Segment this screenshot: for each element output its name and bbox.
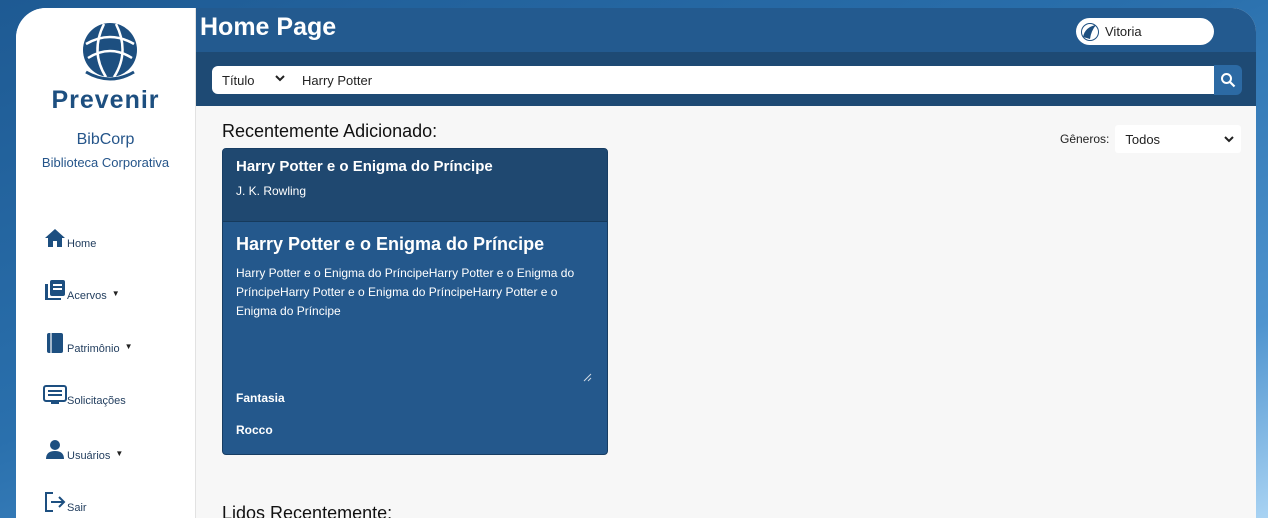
search-button[interactable] xyxy=(1214,65,1242,95)
user-menu[interactable]: Vitoria xyxy=(1076,18,1214,45)
search-input[interactable] xyxy=(292,66,1214,94)
user-icon xyxy=(46,440,64,459)
sidebar-item-solicitacoes[interactable]: Solicitações xyxy=(43,377,126,407)
page-title: Home Page xyxy=(200,13,337,41)
sidebar-item-acervos[interactable]: Acervos ▼ xyxy=(43,272,120,302)
search-field-select[interactable]: Título xyxy=(212,66,292,94)
sidebar: Prevenir BibCorp Biblioteca Corporativa … xyxy=(16,8,196,518)
sidebar-item-label: Home xyxy=(67,238,97,250)
caret-down-icon: ▼ xyxy=(124,342,133,351)
home-icon xyxy=(45,229,65,247)
genres-select-value: Todos xyxy=(1125,131,1161,147)
sidebar-item-label: Sair xyxy=(67,502,87,514)
app-name: BibCorp xyxy=(76,131,135,148)
recent-added-heading: Recentemente Adicionado: xyxy=(222,121,438,141)
sidebar-item-patrimonio[interactable]: Patrimônio ▼ xyxy=(43,325,133,355)
caret-down-icon: ▼ xyxy=(115,449,124,458)
sidebar-item-label: Patrimônio xyxy=(67,343,120,355)
book-genre: Fantasia xyxy=(236,391,285,405)
genres-label: Gêneros: xyxy=(1060,132,1110,146)
book-publisher: Rocco xyxy=(236,423,273,437)
book-card-title: Harry Potter e o Enigma do Príncipe xyxy=(236,158,493,175)
caret-down-icon: ▼ xyxy=(111,289,120,298)
header-bar: Home Page Vitoria xyxy=(196,8,1256,52)
book-card-header: Harry Potter e o Enigma do Príncipe J. K… xyxy=(223,149,607,222)
sidebar-item-usuarios[interactable]: Usuários ▼ xyxy=(43,432,123,462)
book-body-title: Harry Potter e o Enigma do Príncipe xyxy=(236,234,545,254)
search-bar: Título xyxy=(196,52,1256,106)
sidebar-item-sair[interactable]: Sair xyxy=(43,484,87,514)
logo-text: Prevenir xyxy=(51,86,160,114)
monitor-list-icon xyxy=(43,385,67,404)
logout-icon xyxy=(45,492,66,512)
chevron-down-icon xyxy=(1224,136,1235,143)
book-icon xyxy=(47,333,63,353)
prevenir-logo-icon xyxy=(83,23,137,81)
sidebar-item-label: Acervos xyxy=(67,290,107,302)
recent-read-heading: Lidos Recentemente: xyxy=(222,503,393,518)
app-subtitle: Biblioteca Corporativa xyxy=(41,155,170,170)
resize-handle-icon[interactable] xyxy=(583,373,592,382)
book-card-author: J. K. Rowling xyxy=(236,184,307,198)
genres-select[interactable]: Todos xyxy=(1115,125,1242,153)
search-field-value: Título xyxy=(222,72,255,88)
sidebar-item-label: Usuários xyxy=(67,450,111,462)
chevron-down-icon xyxy=(275,75,285,82)
app-window: Prevenir BibCorp Biblioteca Corporativa … xyxy=(16,8,1256,518)
user-name: Vitoria xyxy=(1105,24,1142,39)
books-icon xyxy=(45,280,65,300)
sidebar-item-label: Solicitações xyxy=(67,395,126,407)
book-description[interactable]: Harry Potter e o Enigma do PríncipeHarry… xyxy=(236,264,598,384)
avatar xyxy=(1081,22,1099,41)
sidebar-item-home[interactable]: Home xyxy=(43,220,96,250)
search-icon xyxy=(1221,73,1236,88)
book-card[interactable]: Harry Potter e o Enigma do Príncipe J. K… xyxy=(222,148,608,455)
genres-filter: Gêneros: Todos xyxy=(1060,125,1242,153)
